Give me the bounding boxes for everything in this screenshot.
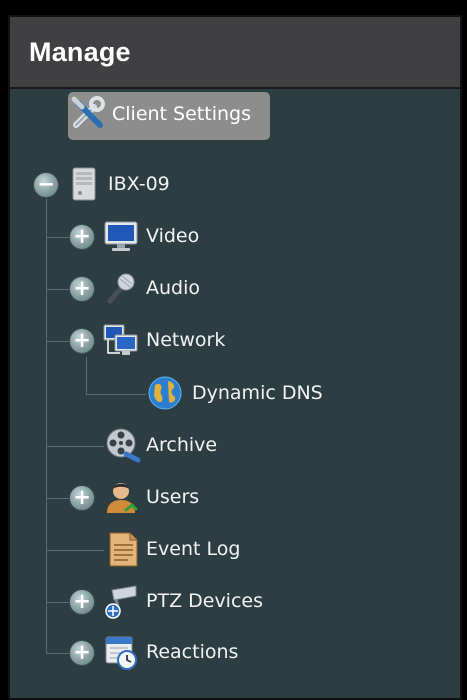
expand-button[interactable]: + — [70, 641, 94, 665]
tree-item-audio[interactable]: Audio — [102, 269, 242, 309]
tree-item-label: Network — [146, 329, 226, 351]
tree-connector — [46, 237, 70, 238]
settings-tree: Client Settings − IBX-09 + Video + Audio… — [10, 89, 460, 698]
user-icon — [107, 483, 138, 513]
tools-icon — [71, 96, 105, 128]
tree-connector — [46, 446, 104, 447]
tree-connector — [46, 289, 70, 290]
tree-item-dynamic-dns[interactable]: Dynamic DNS — [146, 374, 346, 414]
tree-item-reactions[interactable]: Reactions — [102, 633, 272, 673]
tree-item-users[interactable]: Users — [102, 478, 242, 518]
tree-item-label: Client Settings — [112, 103, 251, 125]
tree-item-label: Event Log — [146, 538, 241, 560]
collapse-button[interactable]: − — [34, 173, 58, 197]
tree-connector — [46, 498, 70, 499]
tree-item-label: Video — [146, 225, 200, 247]
tree-item-label: Dynamic DNS — [192, 382, 323, 404]
microphone-icon — [107, 273, 135, 304]
tree-item-label: Archive — [146, 434, 218, 456]
tree-connector — [46, 185, 47, 653]
monitor-icon — [104, 221, 138, 251]
tree-item-ptz-devices[interactable]: PTZ Devices — [102, 582, 282, 622]
tree-item-label: PTZ Devices — [146, 590, 263, 612]
tree-item-network[interactable]: Network — [102, 321, 262, 361]
tree-connector — [46, 602, 70, 603]
network-icon — [103, 324, 138, 355]
tree-connector — [46, 550, 104, 551]
globe-icon — [148, 376, 182, 410]
expand-button[interactable]: + — [70, 277, 94, 301]
server-icon — [72, 167, 96, 201]
tree-item-label: Users — [146, 486, 200, 508]
tree-connector — [46, 653, 70, 654]
tree-item-event-log[interactable]: Event Log — [104, 530, 264, 570]
tree-item-video[interactable]: Video — [102, 217, 242, 257]
document-icon — [109, 532, 138, 567]
tree-connector — [46, 341, 70, 342]
expand-button[interactable]: + — [70, 225, 94, 249]
tree-item-archive[interactable]: Archive — [104, 426, 264, 466]
tree-item-label: Audio — [146, 277, 201, 299]
film-reel-icon — [106, 428, 141, 463]
panel-header: Manage — [10, 17, 460, 89]
tree-item-label: Reactions — [146, 641, 239, 663]
panel-title: Manage — [29, 37, 131, 67]
expand-button[interactable]: + — [70, 329, 94, 353]
manage-panel: Manage Client Settings − IBX-09 + Video … — [8, 15, 462, 700]
tree-item-client-settings[interactable]: Client Settings — [68, 95, 270, 135]
tree-connector — [86, 357, 87, 394]
tree-item-label: IBX-09 — [108, 173, 170, 195]
calendar-clock-icon — [105, 636, 137, 670]
tree-connector — [86, 394, 146, 395]
camera-icon — [105, 585, 137, 619]
expand-button[interactable]: + — [70, 486, 94, 510]
expand-button[interactable]: + — [70, 590, 94, 614]
tree-item-ibx-09[interactable]: IBX-09 — [66, 165, 206, 205]
